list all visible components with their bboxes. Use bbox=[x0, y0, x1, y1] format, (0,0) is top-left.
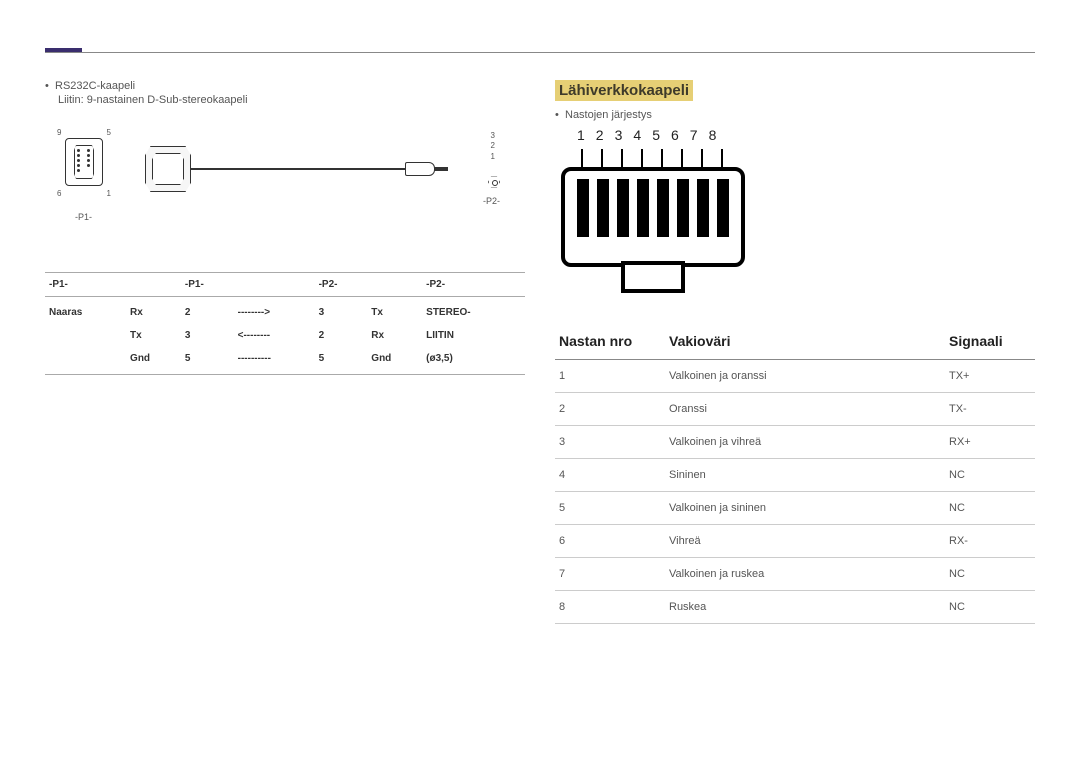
table-row: 6VihreäRX- bbox=[555, 525, 1035, 558]
pin-1-label: 1 bbox=[107, 189, 111, 198]
cable-line bbox=[191, 168, 411, 170]
table-row: 1Valkoinen ja oranssiTX+ bbox=[555, 360, 1035, 393]
col-p1-a: -P1- bbox=[45, 273, 126, 297]
dsub-plug-icon bbox=[145, 146, 191, 192]
lan-bullet: •Nastojen järjestys bbox=[555, 109, 1035, 121]
left-column: •RS232C-kaapeli Liitin: 9-nastainen D-Su… bbox=[45, 80, 525, 624]
col-p2-a: -P2- bbox=[315, 273, 368, 297]
hex-nut-icon bbox=[488, 176, 500, 188]
lan-bullet-label: Nastojen järjestys bbox=[565, 109, 652, 121]
rs232c-table-body: Naaras Rx 2 --------> 3 Tx STEREO- Tx 3 … bbox=[45, 297, 525, 375]
rs232c-bullet: •RS232C-kaapeli bbox=[45, 80, 525, 92]
col-p1-b: -P1- bbox=[181, 273, 234, 297]
col-p2-b: -P2- bbox=[422, 273, 525, 297]
table-row: Gnd 5 ---------- 5 Gnd (ø3,5) bbox=[45, 347, 525, 375]
p2-tag: -P2- bbox=[483, 196, 500, 206]
cable-diagram bbox=[145, 146, 435, 196]
rs232c-diagram: 9 5 6 1 3 2 1 -P2- -P1- bbox=[45, 116, 525, 266]
col-signal: Signaali bbox=[945, 323, 1035, 360]
rj45-jack-icon bbox=[561, 167, 761, 307]
rs232c-sub: Liitin: 9-nastainen D-Sub-stereokaapeli bbox=[58, 94, 525, 106]
stereo-pin-1: 1 bbox=[491, 152, 495, 162]
table-row: 4SininenNC bbox=[555, 459, 1035, 492]
pin-5-label: 5 bbox=[107, 128, 111, 137]
col-color: Vakioväri bbox=[665, 323, 945, 360]
col-blank-a bbox=[126, 273, 181, 297]
lan-table-header: Nastan nro Vakioväri Signaali bbox=[555, 323, 1035, 360]
header-rule bbox=[45, 52, 1035, 53]
table-row: Naaras Rx 2 --------> 3 Tx STEREO- bbox=[45, 297, 525, 325]
stereo-pin-2: 2 bbox=[491, 141, 495, 151]
table-row: 3Valkoinen ja vihreäRX+ bbox=[555, 426, 1035, 459]
stereo-pin-3: 3 bbox=[491, 131, 495, 141]
rs232c-pin-table: -P1- -P1- -P2- -P2- Naaras Rx 2 --------… bbox=[45, 272, 525, 375]
table-row: 8RuskeaNC bbox=[555, 591, 1035, 624]
right-column: Lähiverkkokaapeli •Nastojen järjestys 1 … bbox=[555, 80, 1035, 624]
table-row: 2OranssiTX- bbox=[555, 393, 1035, 426]
lan-table-body: 1Valkoinen ja oranssiTX+ 2OranssiTX- 3Va… bbox=[555, 360, 1035, 624]
lan-cable-title: Lähiverkkokaapeli bbox=[555, 80, 693, 101]
table-row: 5Valkoinen ja sininenNC bbox=[555, 492, 1035, 525]
table-header-row: -P1- -P1- -P2- -P2- bbox=[45, 273, 525, 297]
col-blank-b bbox=[234, 273, 315, 297]
rj45-pin-numbers: 1 2 3 4 5 6 7 8 bbox=[577, 127, 716, 143]
rs232c-label: RS232C-kaapeli bbox=[55, 80, 135, 92]
lan-pin-table: Nastan nro Vakioväri Signaali 1Valkoinen… bbox=[555, 323, 1035, 624]
pin-9-label: 9 bbox=[57, 128, 61, 137]
table-row: Tx 3 <-------- 2 Rx LIITIN bbox=[45, 324, 525, 347]
stereo-plug-icon bbox=[405, 162, 435, 176]
stereo-pin-labels: 3 2 1 bbox=[491, 131, 495, 162]
table-row: 7Valkoinen ja ruskeaNC bbox=[555, 558, 1035, 591]
page-columns: •RS232C-kaapeli Liitin: 9-nastainen D-Su… bbox=[45, 50, 1035, 624]
db9-connector-icon: 9 5 6 1 bbox=[65, 138, 103, 186]
p1-tag: -P1- bbox=[75, 212, 92, 222]
rj45-diagram: 1 2 3 4 5 6 7 8 bbox=[555, 127, 1035, 317]
col-blank-c bbox=[367, 273, 422, 297]
col-pin-no: Nastan nro bbox=[555, 323, 665, 360]
pin-6-label: 6 bbox=[57, 189, 61, 198]
